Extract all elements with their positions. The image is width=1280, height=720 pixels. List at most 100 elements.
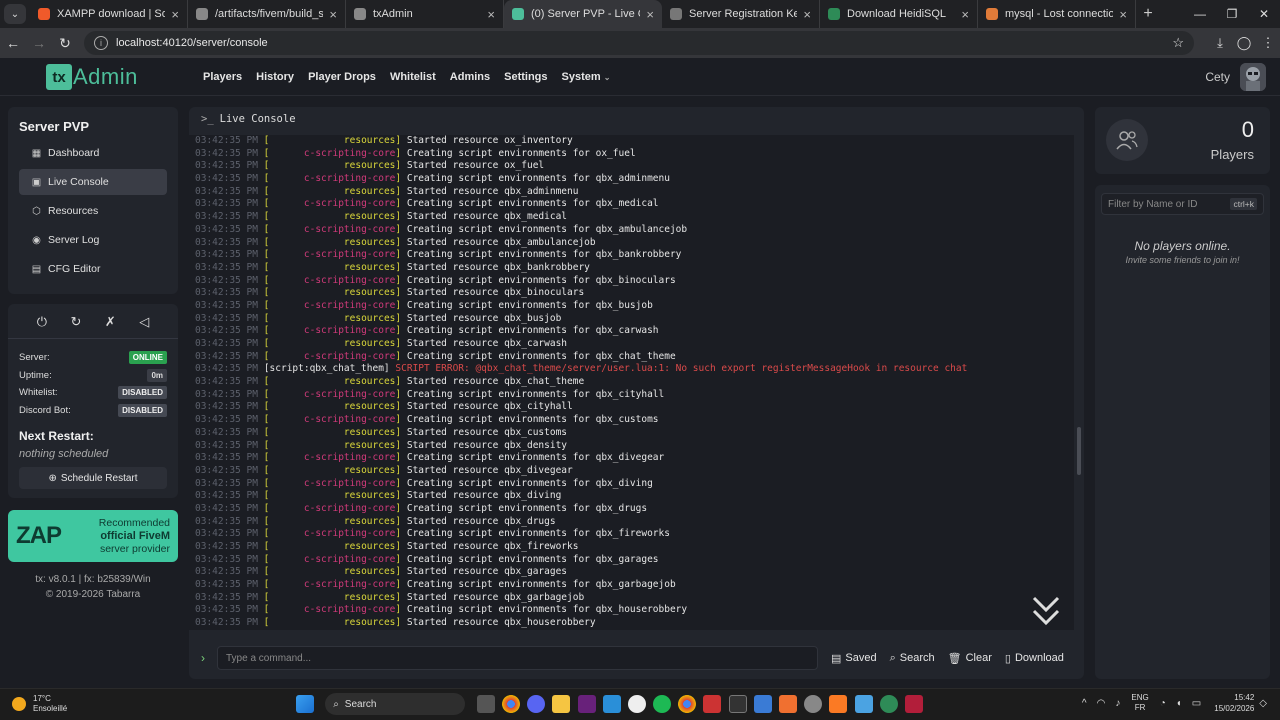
clear-button[interactable]: 🗑 Clear (948, 652, 992, 665)
chrome-icon[interactable] (501, 695, 520, 713)
restore-button[interactable]: ❐ (1216, 0, 1248, 28)
tab-search-button[interactable]: ⌄ (4, 4, 26, 24)
console-log[interactable]: 03:42:35 PM [resources] Started resource… (189, 135, 1074, 630)
scroll-thumb[interactable] (1077, 427, 1081, 475)
app-red-icon[interactable] (904, 695, 923, 713)
weather-widget[interactable]: 17°C Ensoleillé (12, 694, 67, 714)
browser-tab[interactable]: /artifacts/fivem/build_server_w × (188, 0, 346, 28)
spotify-icon[interactable] (653, 695, 672, 713)
log-source: resources (343, 426, 396, 438)
photos-icon[interactable] (602, 695, 621, 713)
remote-desktop-icon[interactable] (753, 695, 772, 713)
fivem-icon[interactable] (779, 695, 798, 713)
console-line: 03:42:35 PM [c-scripting-core] Creating … (195, 274, 676, 286)
nav-whitelist[interactable]: Whitelist (390, 71, 436, 83)
back-button[interactable]: ← (0, 35, 26, 51)
browser-tab[interactable]: txAdmin × (346, 0, 504, 28)
browser-tab[interactable]: (0) Server PVP - Live Console × (504, 0, 662, 28)
nav-players[interactable]: Players (203, 71, 242, 83)
profile-icon[interactable]: ◯ (1232, 35, 1256, 51)
schedule-restart-button[interactable]: ⊕ Schedule Restart (19, 467, 167, 489)
log-timestamp: 03:42:35 PM (195, 604, 258, 616)
log-timestamp: 03:42:35 PM (195, 363, 258, 375)
forward-button[interactable]: → (26, 35, 52, 51)
scroll-to-bottom-icon[interactable] (1031, 595, 1061, 627)
player-filter-input[interactable]: Filter by Name or ID ctrl+k (1101, 193, 1264, 215)
site-info-icon[interactable]: i (94, 36, 108, 50)
task-view-icon[interactable] (476, 695, 495, 713)
volume-icon[interactable]: ◖ (1176, 698, 1182, 709)
minimize-button[interactable]: — (1184, 0, 1216, 28)
download-button[interactable]: ▯ Download (1005, 652, 1064, 665)
browser-tab[interactable]: mysql - Lost connection to serv × (978, 0, 1136, 28)
browser-tab[interactable]: Server Registration Keys - Cfx.re × (662, 0, 820, 28)
browser-tab[interactable]: XAMPP download | SourceForg × (30, 0, 188, 28)
wifi-icon[interactable]: ◔ (1160, 698, 1166, 709)
file-explorer-icon[interactable] (552, 695, 571, 713)
log-timestamp: 03:42:35 PM (195, 452, 258, 464)
live-console-panel: >_ Live Console 03:42:35 PM [resources] S… (189, 107, 1084, 679)
command-input[interactable] (217, 646, 818, 670)
heidisql-icon[interactable] (879, 695, 898, 713)
announce-icon[interactable]: ◁ (139, 314, 149, 330)
server-status-card: ⏻ ↻ ✗ ◁ Server: ONLINE Uptime: 0m Whitelis… (8, 304, 178, 498)
microphone-icon[interactable]: ♪ (1115, 698, 1120, 709)
log-message: Started resource ox_fuel (406, 160, 545, 172)
browser-menu-icon[interactable]: ⋮ (1256, 35, 1280, 51)
main-menu: Players History Player Drops Whitelist A… (196, 58, 617, 96)
saved-button[interactable]: ▤ Saved (831, 652, 877, 665)
close-tab-icon[interactable]: × (646, 7, 654, 22)
settings-icon[interactable] (804, 695, 823, 713)
windows-start-icon[interactable] (295, 695, 314, 713)
app-grid-icon[interactable] (703, 695, 722, 713)
bookmark-star-icon[interactable]: ☆ (1172, 35, 1184, 51)
sidebar-item-dashboard[interactable]: ▦ Dashboard (19, 140, 167, 166)
close-tab-icon[interactable]: × (1119, 7, 1127, 22)
close-tab-icon[interactable]: × (487, 7, 495, 22)
close-tab-icon[interactable]: × (329, 7, 337, 22)
search-button[interactable]: ⌕ Search (890, 652, 935, 665)
nav-system[interactable]: System ⌄ (562, 71, 611, 83)
nav-admins[interactable]: Admins (450, 71, 490, 83)
close-window-button[interactable]: ✕ (1248, 0, 1280, 28)
zap-hosting-banner[interactable]: ZAP Recommended official FiveM server pr… (8, 510, 178, 562)
txadmin-logo[interactable]: tx Admin (46, 64, 138, 90)
nav-settings[interactable]: Settings (504, 71, 547, 83)
chrome-active-icon[interactable] (678, 695, 697, 713)
chevron-up-icon[interactable]: ^ (1082, 698, 1087, 709)
close-tab-icon[interactable]: × (171, 7, 179, 22)
reload-button[interactable]: ↻ (52, 35, 78, 52)
players-panel: 0 Players Filter by Name or ID ctrl+k No… (1095, 107, 1270, 679)
sidebar-item-resources[interactable]: ⬡ Resources (19, 198, 167, 224)
sidebar-item-live-console[interactable]: ▣ Live Console (19, 169, 167, 195)
clock[interactable]: 15:42 15/02/2026 (1214, 692, 1254, 714)
sidebar-item-server-log[interactable]: ◉ Server Log (19, 227, 167, 253)
user-menu[interactable]: Cety (1205, 63, 1266, 91)
nav-player-drops[interactable]: Player Drops (308, 71, 376, 83)
new-tab-button[interactable]: + (1136, 5, 1160, 23)
log-message: Creating script environments for qbx_fir… (406, 528, 670, 540)
headset-icon[interactable]: ◠ (1097, 698, 1106, 709)
sidebar-item-cfg-editor[interactable]: ▤ CFG Editor (19, 256, 167, 282)
restart-server-icon[interactable]: ↻ (71, 314, 82, 330)
nav-history[interactable]: History (256, 71, 294, 83)
browser-tab[interactable]: Download HeidiSQL × (820, 0, 978, 28)
terminal-icon[interactable] (728, 695, 747, 713)
notification-bell-icon[interactable]: ◇ (1259, 698, 1267, 709)
stop-server-icon[interactable]: ⏻ (37, 314, 47, 330)
taskbar-search[interactable]: ⌕ Search (325, 693, 466, 715)
url-field[interactable]: i localhost:40120/server/console ☆ (84, 31, 1194, 55)
kick-all-icon[interactable]: ✗ (105, 314, 116, 330)
close-tab-icon[interactable]: × (803, 7, 811, 22)
github-icon[interactable] (627, 695, 646, 713)
log-message: Creating script environments for qbx_amb… (406, 223, 688, 235)
console-line: 03:42:35 PM [c-scripting-core] Creating … (195, 414, 659, 426)
console-scrollbar[interactable] (1077, 137, 1081, 630)
close-tab-icon[interactable]: × (961, 7, 969, 22)
downloads-icon[interactable]: ⤓ (1208, 35, 1232, 51)
discord-icon[interactable] (527, 695, 546, 713)
visual-studio-icon[interactable] (577, 695, 596, 713)
notepad-icon[interactable] (854, 695, 873, 713)
battery-icon[interactable]: ▭ (1192, 698, 1201, 709)
xampp-icon[interactable] (829, 695, 848, 713)
